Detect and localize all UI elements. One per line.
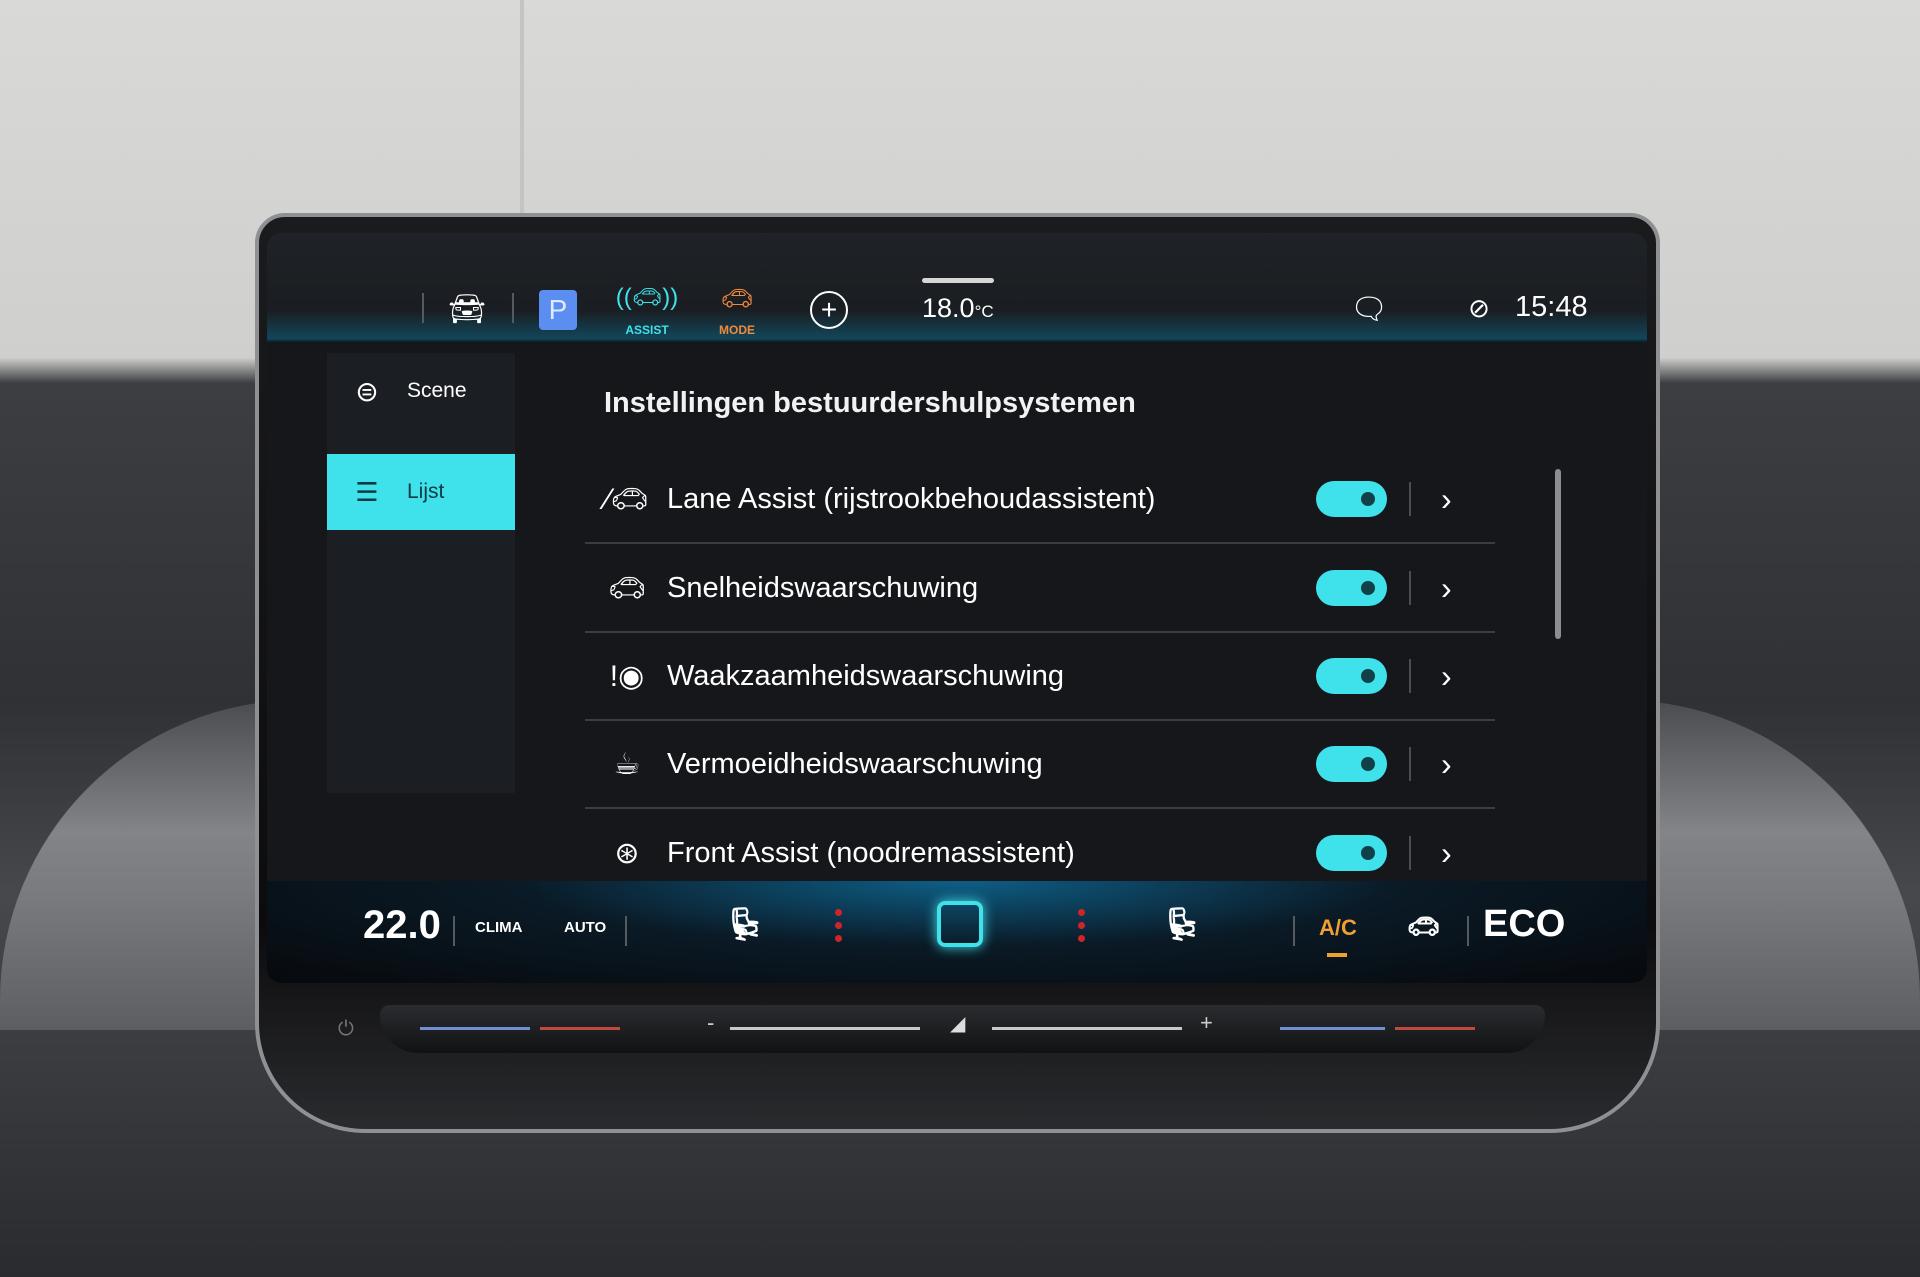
status-bar: 🚘︎ P ((🚗︎)) ASSIST 🚗︎ MODE + 18.0°C 🗨︎ ⊘… bbox=[267, 233, 1647, 343]
temperature-value: 18.0 bbox=[922, 293, 975, 323]
defrost-button[interactable] bbox=[937, 901, 983, 947]
sidebar: ⊜ Scene ☰ Lijst bbox=[327, 353, 515, 793]
chevron-right-icon[interactable]: › bbox=[1441, 570, 1481, 607]
attention-eye-icon: !◉ bbox=[609, 659, 645, 693]
coffee-cup-icon: ☕︎ bbox=[613, 747, 641, 781]
left-temp-warm-bar bbox=[540, 1027, 620, 1030]
divider bbox=[512, 293, 514, 323]
front-assist-icon: ⊛ bbox=[614, 836, 640, 870]
ac-button[interactable]: A/C bbox=[1319, 915, 1357, 941]
right-temp-warm-bar bbox=[1395, 1027, 1475, 1030]
drive-mode-button[interactable]: 🚗︎ MODE bbox=[714, 283, 760, 337]
right-temp-cool-bar bbox=[1280, 1027, 1385, 1030]
attention-warning-toggle[interactable] bbox=[1316, 658, 1387, 694]
row-label: Front Assist (noodremassistent) bbox=[667, 836, 1075, 869]
divider bbox=[422, 293, 424, 323]
pull-down-handle[interactable] bbox=[922, 278, 994, 283]
list-icon: ☰ bbox=[355, 476, 379, 507]
left-temp-cool-bar bbox=[420, 1027, 530, 1030]
chevron-right-icon[interactable]: › bbox=[1441, 746, 1481, 783]
lane-assist-icon: ⁄🚗︎ bbox=[605, 482, 649, 516]
eco-button[interactable]: ECO bbox=[1483, 903, 1565, 946]
steering-car-icon: ⊜ bbox=[355, 375, 379, 407]
parking-button[interactable]: P bbox=[539, 290, 577, 330]
speed-warning-icon: 🚗︎ bbox=[607, 571, 647, 605]
lane-assist-toggle[interactable] bbox=[1316, 481, 1387, 517]
list-item-speed-warning[interactable]: 🚗︎ Snelheidswaarschuwing › bbox=[585, 545, 1495, 633]
clock: 15:48 bbox=[1515, 291, 1588, 323]
assist-button[interactable]: ((🚗︎)) ASSIST bbox=[616, 283, 678, 337]
seat-heat-level-right bbox=[1078, 909, 1086, 942]
parking-label: P bbox=[548, 294, 568, 325]
row-label: Lane Assist (rijstrookbehoudassistent) bbox=[667, 482, 1156, 515]
speed-warning-toggle[interactable] bbox=[1316, 570, 1387, 606]
list-item-attention-warning[interactable]: !◉ Waakzaamheidswaarschuwing › bbox=[585, 633, 1495, 721]
volume-icon: ◢ bbox=[950, 1013, 966, 1035]
divider bbox=[1293, 916, 1295, 946]
chevron-right-icon[interactable]: › bbox=[1441, 658, 1481, 695]
sidebar-item-scene[interactable]: ⊜ Scene bbox=[327, 353, 515, 429]
ac-active-indicator bbox=[1327, 953, 1347, 957]
chevron-right-icon[interactable]: › bbox=[1441, 835, 1481, 872]
volume-plus[interactable]: + bbox=[1200, 1010, 1213, 1036]
sidebar-item-lijst[interactable]: ☰ Lijst bbox=[327, 454, 515, 530]
mode-car-icon: 🚗︎ bbox=[720, 283, 754, 313]
chevron-right-icon[interactable]: › bbox=[1441, 481, 1481, 518]
volume-minus[interactable]: - bbox=[707, 1010, 714, 1036]
row-label: Vermoeidheidswaarschuwing bbox=[667, 747, 1043, 780]
app-grid-icon[interactable] bbox=[344, 295, 402, 323]
seat-heating-right-icon[interactable]: 💺︎ bbox=[1162, 905, 1203, 943]
seat-heat-level-left bbox=[835, 909, 843, 942]
assist-car-icon: ((🚗︎)) bbox=[615, 284, 679, 311]
front-assist-toggle[interactable] bbox=[1316, 835, 1387, 871]
add-shortcut-icon[interactable]: + bbox=[810, 291, 848, 329]
vehicle-icon[interactable]: 🚘︎ bbox=[445, 291, 489, 327]
list-item-fatigue-warning[interactable]: ☕︎ Vermoeidheidswaarschuwing › bbox=[585, 721, 1495, 809]
divider bbox=[1409, 836, 1411, 870]
air-recirculation-icon[interactable]: 🚗︎ bbox=[1407, 911, 1440, 942]
climate-bar: 22.0 CLIMA AUTO 💺︎ 💺︎ A/C 🚗︎ ECO bbox=[267, 881, 1647, 983]
list-item-lane-assist[interactable]: ⁄🚗︎ Lane Assist (rijstrookbehoudassisten… bbox=[585, 456, 1495, 544]
auto-button[interactable]: AUTO bbox=[564, 919, 606, 936]
row-label: Waakzaamheidswaarschuwing bbox=[667, 659, 1065, 692]
sidebar-item-label: Lijst bbox=[407, 480, 445, 503]
scrollbar[interactable] bbox=[1555, 469, 1561, 639]
outside-temperature: 18.0°C bbox=[922, 293, 994, 324]
assist-label: ASSIST bbox=[625, 323, 669, 337]
cabin-temperature[interactable]: 22.0 bbox=[363, 903, 441, 948]
message-icon[interactable]: 🗨︎ bbox=[1349, 289, 1389, 329]
volume-slider-left[interactable] bbox=[730, 1027, 920, 1030]
sidebar-item-label: Scene bbox=[407, 379, 467, 402]
seat-heating-left-icon[interactable]: 💺︎ bbox=[725, 905, 766, 943]
row-label: Snelheidswaarschuwing bbox=[667, 571, 979, 604]
infotainment-screen: 🚘︎ P ((🚗︎)) ASSIST 🚗︎ MODE + 18.0°C 🗨︎ ⊘… bbox=[267, 233, 1647, 983]
fatigue-warning-toggle[interactable] bbox=[1316, 746, 1387, 782]
temperature-unit: °C bbox=[974, 302, 994, 321]
mode-label: MODE bbox=[719, 323, 755, 337]
divider bbox=[1409, 747, 1411, 781]
connectivity-off-icon[interactable]: ⊘ bbox=[1462, 291, 1496, 325]
divider bbox=[625, 916, 627, 946]
divider bbox=[1409, 659, 1411, 693]
power-icon[interactable]: ⏻ bbox=[338, 1018, 354, 1041]
divider bbox=[1409, 482, 1411, 516]
clima-button[interactable]: CLIMA bbox=[475, 919, 523, 936]
volume-slider-right[interactable] bbox=[992, 1027, 1182, 1030]
divider bbox=[1467, 916, 1469, 946]
page-title: Instellingen bestuurdershulpsystemen bbox=[604, 387, 1136, 419]
divider bbox=[1409, 571, 1411, 605]
temperature-slider-strip[interactable]: - ◢ + bbox=[380, 1005, 1545, 1053]
divider bbox=[453, 916, 455, 946]
